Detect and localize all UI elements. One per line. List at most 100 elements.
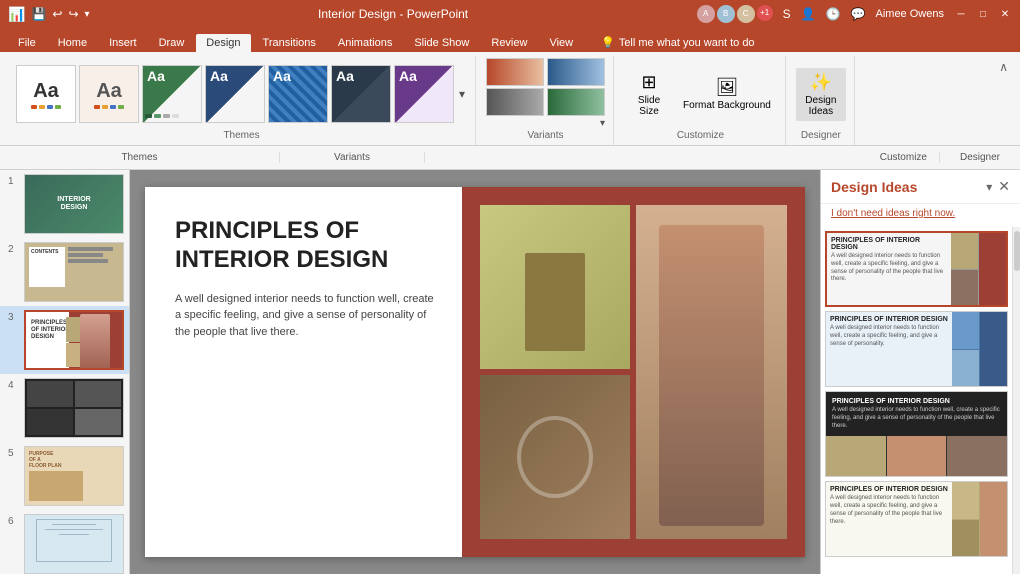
design-idea-4[interactable]: PRINCIPLES OF INTERIOR DESIGN A well des… bbox=[825, 481, 1008, 557]
customize-qat[interactable]: ▾ bbox=[85, 9, 90, 20]
theme-office[interactable]: Aa bbox=[79, 65, 139, 123]
design-ideas-panel: Design Ideas ▾ ✕ I don't need ideas righ… bbox=[820, 170, 1020, 574]
variant-1[interactable] bbox=[486, 58, 544, 86]
design-panel-scrollbar[interactable] bbox=[1012, 227, 1020, 574]
slide-photo-3 bbox=[480, 375, 631, 539]
themes-group: Aa Aa Aa bbox=[8, 56, 476, 145]
design-panel-title: Design Ideas bbox=[831, 179, 917, 195]
designer-items: ✨ DesignIdeas bbox=[796, 58, 846, 130]
design-panel-close-btn[interactable]: ✕ bbox=[998, 178, 1010, 195]
powerpoint-icon: 📊 bbox=[8, 6, 25, 23]
close-btn[interactable]: ✕ bbox=[998, 7, 1012, 21]
tab-review[interactable]: Review bbox=[481, 34, 537, 52]
tab-animations[interactable]: Animations bbox=[328, 34, 402, 52]
customize-section-label: Customize bbox=[425, 152, 940, 163]
slide-thumb-3[interactable]: 3 PRINCIPLESOF INTERIORDESIGN bbox=[0, 306, 129, 374]
slide-text-area: PRINCIPLES OF INTERIOR DESIGN A well des… bbox=[145, 187, 462, 557]
variants-section-label: Variants bbox=[280, 152, 425, 163]
design-idea-1[interactable]: PRINCIPLES OF INTERIOR DESIGN A well des… bbox=[825, 231, 1008, 307]
minimize-btn[interactable]: ─ bbox=[954, 7, 968, 21]
variant-3[interactable] bbox=[486, 88, 544, 116]
design-idea-3[interactable]: PRINCIPLES OF INTERIOR DESIGN A well des… bbox=[825, 391, 1008, 477]
maximize-btn[interactable]: □ bbox=[976, 7, 990, 21]
designer-section-label: Designer bbox=[940, 152, 1020, 163]
undo-btn[interactable]: ↩ bbox=[52, 7, 62, 21]
slide-panel: 1 INTERIORDESIGN 2 CONTENTS bbox=[0, 170, 130, 574]
themes-dropdown[interactable]: ▾ bbox=[457, 85, 467, 103]
window-controls: ─ □ ✕ bbox=[954, 7, 1012, 21]
themes-items: Aa Aa Aa bbox=[16, 58, 467, 130]
tab-home[interactable]: Home bbox=[48, 34, 97, 52]
app-title: Interior Design - PowerPoint bbox=[318, 7, 468, 21]
tab-view[interactable]: View bbox=[539, 34, 583, 52]
slide-size-btn[interactable]: ⊞ SlideSize bbox=[624, 68, 674, 121]
customize-group: ⊞ SlideSize 🖼 Format Background Customiz… bbox=[616, 56, 786, 145]
tell-me-input[interactable]: 💡 Tell me what you want to do bbox=[601, 36, 754, 52]
theme-purple[interactable]: Aa bbox=[394, 65, 454, 123]
tab-transitions[interactable]: Transitions bbox=[253, 34, 326, 52]
variants-label: Variants bbox=[528, 130, 564, 143]
format-bg-icon: 🖼 bbox=[716, 77, 739, 98]
variant-4[interactable] bbox=[547, 88, 605, 116]
theme-default[interactable]: Aa bbox=[16, 65, 76, 123]
comments-icon[interactable]: 💬 bbox=[851, 7, 866, 21]
variants-dropdown[interactable]: ▾ bbox=[600, 118, 605, 129]
user-icon[interactable]: 👤 bbox=[801, 7, 816, 21]
quick-save[interactable]: 💾 bbox=[31, 7, 46, 21]
redo-btn[interactable]: ↪ bbox=[68, 7, 78, 21]
customize-items: ⊞ SlideSize 🖼 Format Background bbox=[624, 58, 777, 130]
design-panel-dropdown[interactable]: ▾ bbox=[986, 180, 992, 194]
design-ideas-icon: ✨ bbox=[810, 72, 832, 93]
slide-photo-2 bbox=[636, 205, 787, 539]
tab-insert[interactable]: Insert bbox=[99, 34, 147, 52]
main-area: 1 INTERIORDESIGN 2 CONTENTS bbox=[0, 170, 1020, 574]
slide-canvas: PRINCIPLES OF INTERIOR DESIGN A well des… bbox=[145, 187, 805, 557]
variant-2[interactable] bbox=[547, 58, 605, 86]
format-background-btn[interactable]: 🖼 Format Background bbox=[677, 73, 777, 115]
tab-draw[interactable]: Draw bbox=[149, 34, 195, 52]
theme-blue[interactable]: Aa bbox=[205, 65, 265, 123]
ribbon-section-labels: Themes Variants Customize Designer bbox=[0, 146, 1020, 170]
title-bar-left: 📊 💾 ↩ ↪ ▾ bbox=[8, 6, 90, 23]
user-name: Aimee Owens bbox=[876, 8, 944, 20]
slide-thumb-5[interactable]: 5 PURPOSEOF AFLOOR PLAN bbox=[0, 442, 129, 510]
slide-thumb-2[interactable]: 2 CONTENTS bbox=[0, 238, 129, 306]
theme-green[interactable]: Aa bbox=[142, 65, 202, 123]
design-panel-dismiss-link[interactable]: I don't need ideas right now. bbox=[821, 204, 1020, 227]
variants-row2 bbox=[486, 88, 605, 116]
ribbon-collapse-btn[interactable]: ∧ bbox=[995, 56, 1012, 78]
design-panel-scroll-thumb bbox=[1014, 231, 1020, 271]
tab-design[interactable]: Design bbox=[196, 34, 250, 52]
design-ideas-list: PRINCIPLES OF INTERIOR DESIGN A well des… bbox=[821, 227, 1012, 574]
slide-edit-area[interactable]: PRINCIPLES OF INTERIOR DESIGN A well des… bbox=[130, 170, 820, 574]
design-ideas-btn[interactable]: ✨ DesignIdeas bbox=[796, 68, 846, 121]
ribbon-tabs: File Home Insert Draw Design Transitions… bbox=[0, 28, 1020, 52]
tab-file[interactable]: File bbox=[8, 34, 46, 52]
skype-icon[interactable]: S bbox=[783, 7, 791, 21]
designer-label: Designer bbox=[801, 130, 841, 143]
designer-group: ✨ DesignIdeas Designer bbox=[788, 56, 855, 145]
title-bar-right: A B C +1 S 👤 🕒 💬 Aimee Owens ─ □ ✕ bbox=[697, 5, 1012, 23]
slide-photo-1 bbox=[480, 205, 631, 369]
customize-label: Customize bbox=[677, 130, 724, 143]
user-avatar: A B C +1 bbox=[697, 5, 773, 23]
slide-size-icon: ⊞ bbox=[641, 72, 656, 93]
slide-photo-area bbox=[462, 187, 805, 557]
theme-dark[interactable]: Aa bbox=[331, 65, 391, 123]
lightbulb-icon: 💡 bbox=[601, 36, 615, 49]
themes-section-label: Themes bbox=[0, 152, 280, 163]
slide-thumb-1[interactable]: 1 INTERIORDESIGN bbox=[0, 170, 129, 238]
variants-group: ▾ Variants bbox=[478, 56, 614, 145]
variants-row1 bbox=[486, 58, 605, 86]
slide-thumb-6[interactable]: 6 bbox=[0, 510, 129, 574]
themes-label: Themes bbox=[223, 130, 259, 143]
design-panel-header: Design Ideas ▾ ✕ bbox=[821, 170, 1020, 204]
slide-thumb-4[interactable]: 4 bbox=[0, 374, 129, 442]
title-bar: 📊 💾 ↩ ↪ ▾ Interior Design - PowerPoint A… bbox=[0, 0, 1020, 28]
design-idea-2[interactable]: PRINCIPLES OF INTERIOR DESIGN A well des… bbox=[825, 311, 1008, 387]
tab-slideshow[interactable]: Slide Show bbox=[404, 34, 479, 52]
theme-pattern[interactable]: Aa bbox=[268, 65, 328, 123]
history-icon[interactable]: 🕒 bbox=[826, 7, 841, 21]
slide-title: PRINCIPLES OF INTERIOR DESIGN bbox=[175, 217, 442, 275]
slide-body: A well designed interior needs to functi… bbox=[175, 291, 442, 341]
